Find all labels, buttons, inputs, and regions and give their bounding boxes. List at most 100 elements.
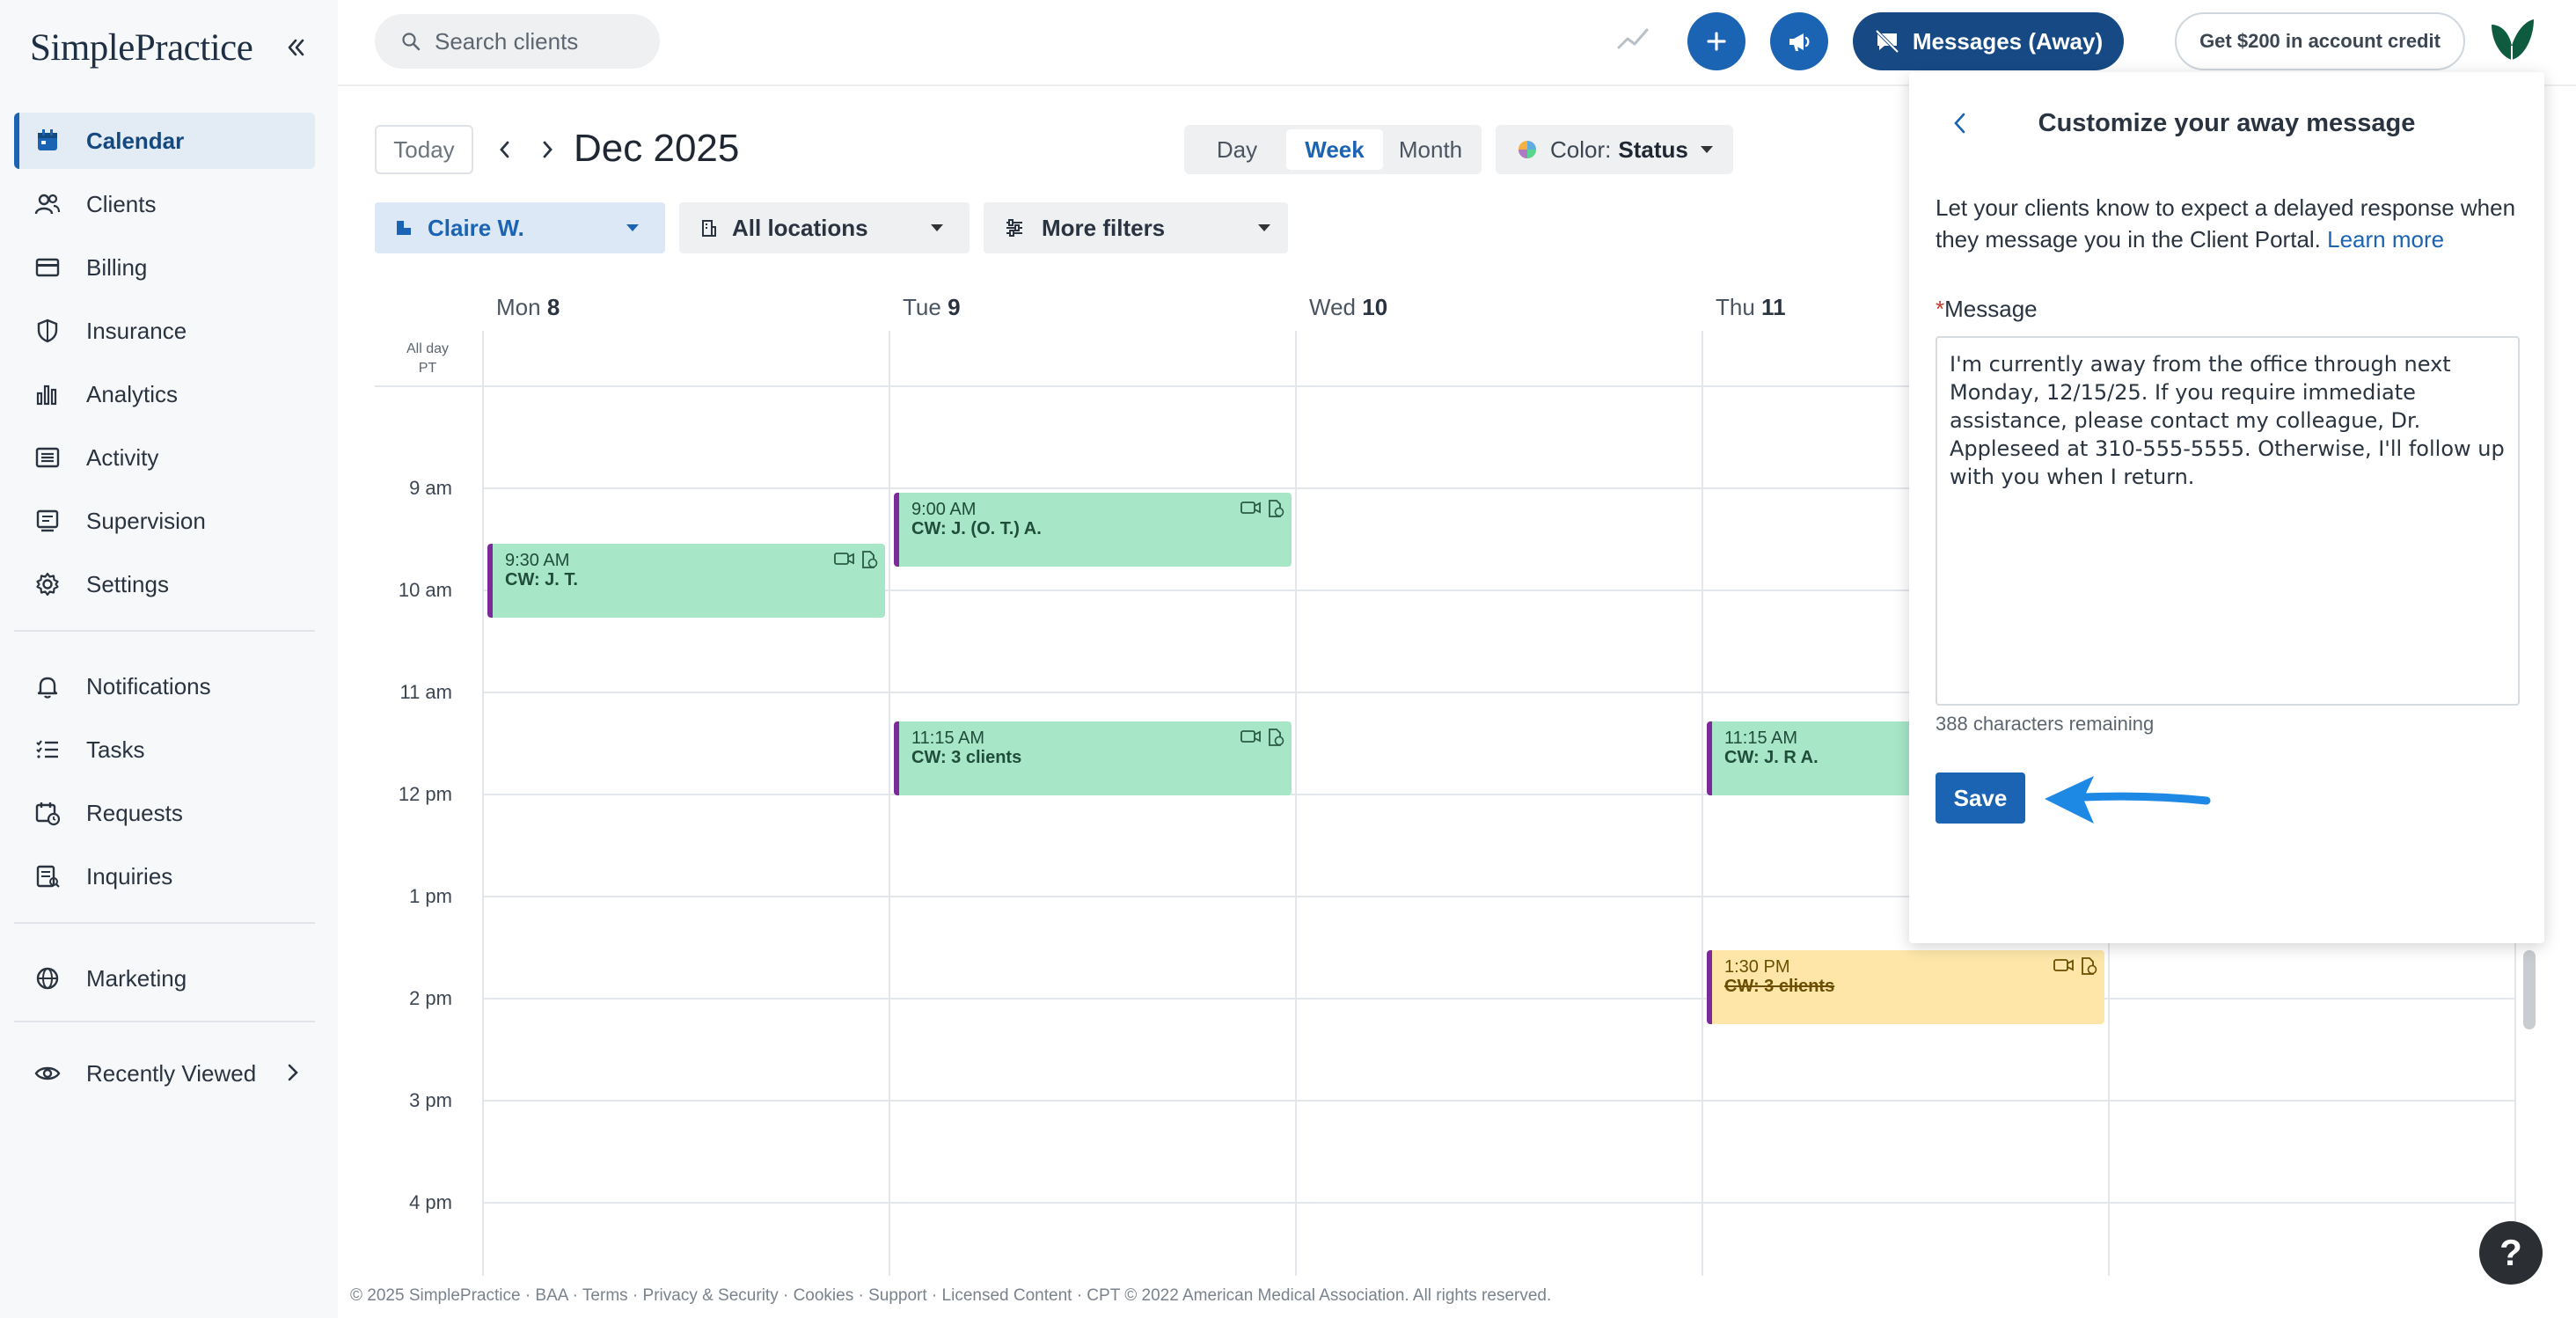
help-button[interactable]: ?	[2479, 1221, 2543, 1285]
sidebar-item-requests[interactable]: Requests	[14, 785, 315, 841]
hour-label: 10 am	[398, 579, 452, 601]
trend-icon[interactable]	[1615, 21, 1650, 61]
sidebar-item-insurance[interactable]: Insurance	[14, 303, 315, 359]
view-week-button[interactable]: Week	[1286, 129, 1383, 170]
allday-label: All day PT	[375, 340, 480, 378]
away-message-panel: Customize your away message Let your cli…	[1909, 72, 2544, 943]
chevron-right-icon	[543, 141, 553, 158]
message-label: *Message	[1936, 296, 2038, 323]
brand-leaf-icon[interactable]	[2486, 14, 2537, 70]
locations-filter[interactable]: All locations	[679, 202, 970, 253]
tasks-icon	[32, 734, 63, 765]
sidebar-item-analytics[interactable]: Analytics	[14, 366, 315, 422]
sidebar-item-label: Insurance	[86, 317, 187, 344]
inquiries-icon	[32, 860, 63, 892]
hour-line	[482, 1202, 2516, 1204]
month-title: Dec 2025	[574, 127, 740, 170]
clinician-filter[interactable]: Claire W.	[375, 202, 665, 253]
hour-line	[482, 998, 2516, 999]
document-status-icon	[1269, 729, 1284, 746]
document-status-icon	[862, 551, 878, 568]
supervision-icon	[32, 505, 63, 537]
search-input[interactable]	[435, 27, 637, 55]
day-name: Wed	[1309, 294, 1356, 320]
sidebar-divider	[14, 630, 315, 632]
add-button[interactable]	[1687, 12, 1745, 70]
save-button[interactable]: Save	[1936, 772, 2025, 824]
more-filters-label: More filters	[1042, 214, 1166, 241]
day-number: 10	[1362, 294, 1388, 320]
sidebar: SimplePractice Calendar Clients Billing …	[0, 0, 338, 1318]
sidebar-item-calendar[interactable]: Calendar	[14, 113, 315, 169]
timezone-label: PT	[418, 361, 437, 376]
grid-line	[1701, 331, 1703, 1276]
messages-away-button[interactable]: Messages (Away)	[1853, 12, 2124, 70]
allday-text: All day	[406, 341, 450, 356]
today-button[interactable]: Today	[375, 125, 473, 174]
messages-label: Messages (Away)	[1912, 27, 2104, 55]
sidebar-item-billing[interactable]: Billing	[14, 239, 315, 296]
hour-label: 3 pm	[409, 1089, 452, 1111]
search-icon	[401, 32, 421, 51]
sidebar-item-label: Calendar	[86, 127, 185, 154]
sidebar-item-activity[interactable]: Activity	[14, 429, 315, 486]
sidebar-item-notifications[interactable]: Notifications	[14, 658, 315, 714]
day-header-mon[interactable]: Mon 8	[496, 294, 560, 321]
color-label: Color:	[1550, 135, 1612, 163]
annotation-arrow-icon	[2039, 765, 2215, 840]
view-month-button[interactable]: Month	[1383, 129, 1478, 170]
sidebar-item-label: Supervision	[86, 507, 206, 534]
sidebar-item-settings[interactable]: Settings	[14, 556, 315, 612]
color-wheel-icon	[1517, 139, 1538, 160]
sidebar-item-supervision[interactable]: Supervision	[14, 493, 315, 549]
calendar-scrollbar[interactable]	[2523, 950, 2536, 1029]
sidebar-item-tasks[interactable]: Tasks	[14, 721, 315, 778]
sidebar-divider	[14, 1021, 315, 1022]
color-by-dropdown[interactable]: Color: Status	[1496, 125, 1733, 174]
megaphone-icon	[1789, 33, 1810, 51]
sidebar-item-recently-viewed[interactable]: Recently Viewed	[14, 1045, 315, 1102]
hour-label: 1 pm	[409, 885, 452, 907]
announcements-button[interactable]	[1770, 12, 1828, 70]
sidebar-item-marketing[interactable]: Marketing	[14, 950, 315, 1007]
learn-more-link[interactable]: Learn more	[2327, 226, 2444, 253]
sidebar-item-inquiries[interactable]: Inquiries	[14, 848, 315, 904]
day-header-tue[interactable]: Tue 9	[903, 294, 961, 321]
hour-label: 12 pm	[398, 783, 452, 805]
away-message-textarea[interactable]: I'm currently away from the office throu…	[1936, 336, 2520, 706]
day-number: 9	[948, 294, 961, 320]
analytics-icon	[32, 378, 63, 410]
message-off-icon	[1875, 29, 1899, 54]
required-asterisk: *	[1936, 296, 1945, 322]
hour-label: 4 pm	[409, 1191, 452, 1213]
color-value: Status	[1618, 135, 1688, 163]
search-bar[interactable]	[375, 14, 660, 69]
appointment-event-cancelled[interactable]: 1:30 PM CW: 3 clients	[1707, 950, 2104, 1024]
sidebar-item-label: Settings	[86, 570, 169, 597]
chevron-left-icon	[500, 141, 509, 158]
sidebar-item-clients[interactable]: Clients	[14, 176, 315, 232]
appointment-event[interactable]: 11:15 AM CW: 3 clients	[894, 721, 1292, 795]
more-filters-button[interactable]: More filters	[984, 202, 1288, 253]
footer: © 2025 SimplePractice · BAA · Terms · Pr…	[350, 1286, 1552, 1305]
clinician-filter-label: Claire W.	[428, 214, 524, 241]
next-week-button[interactable]	[531, 134, 563, 165]
prev-week-button[interactable]	[489, 134, 521, 165]
day-header-wed[interactable]: Wed 10	[1309, 294, 1387, 321]
event-time: 1:30 PM	[1724, 957, 1790, 977]
caret-down-icon	[931, 224, 943, 231]
event-icons	[2053, 957, 2097, 975]
account-credit-button[interactable]: Get $200 in account credit	[2175, 12, 2465, 70]
app-logo[interactable]: SimplePractice	[30, 26, 253, 70]
event-client: CW: J. T.	[505, 570, 578, 589]
sidebar-item-label: Tasks	[86, 736, 145, 763]
appointment-event[interactable]: 9:00 AM CW: J. (O. T.) A.	[894, 493, 1292, 567]
caret-down-icon	[1700, 146, 1713, 153]
sidebar-item-label: Billing	[86, 253, 148, 281]
clients-icon	[32, 188, 63, 220]
day-header-thu[interactable]: Thu 11	[1716, 294, 1786, 321]
collapse-sidebar-icon[interactable]	[278, 30, 313, 65]
view-day-button[interactable]: Day	[1188, 129, 1286, 170]
appointment-event[interactable]: 9:30 AM CW: J. T.	[487, 544, 885, 618]
hour-line	[482, 1100, 2516, 1102]
